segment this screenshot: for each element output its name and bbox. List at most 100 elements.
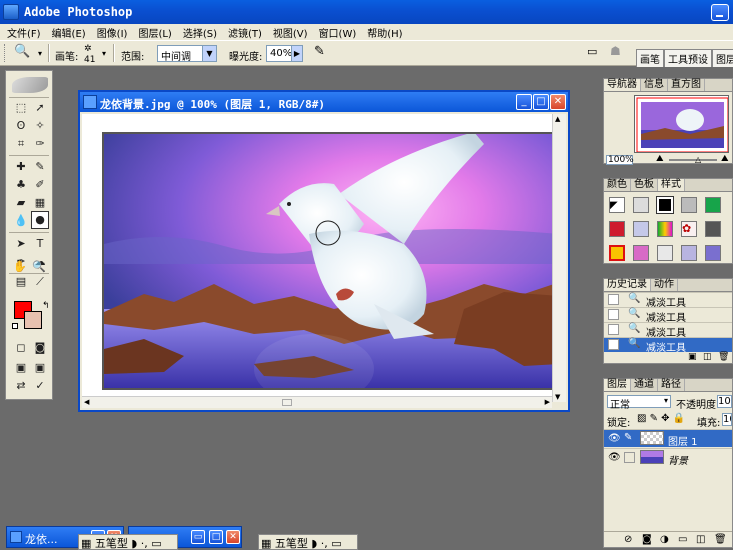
style-swatch[interactable] [609, 221, 625, 237]
quick-mask-mode-icon[interactable]: ◙ [31, 339, 49, 357]
tab-history[interactable]: 历史记录 [604, 279, 651, 291]
file-browser-icon[interactable]: ▭ [587, 45, 597, 58]
dodge-tool-preset-icon[interactable]: 🔍 [14, 44, 30, 59]
menu-image[interactable]: 图像(I) [97, 25, 128, 40]
menu-select[interactable]: 选择(S) [183, 25, 217, 40]
style-swatch[interactable] [633, 197, 649, 213]
menu-help[interactable]: 帮助(H) [367, 25, 402, 40]
style-swatch[interactable] [609, 245, 625, 261]
eye-icon[interactable]: 👁 [608, 433, 621, 444]
menu-layer[interactable]: 图层(L) [138, 25, 171, 40]
menu-window[interactable]: 窗口(W) [319, 25, 357, 40]
tab-actions[interactable]: 动作 [651, 279, 678, 291]
options-grip[interactable] [4, 44, 7, 62]
blend-mode-select[interactable]: 正常 ▾ [607, 395, 671, 411]
marquee-tool-icon[interactable]: ⬚ [12, 99, 30, 117]
style-swatch[interactable]: ✿ [681, 221, 697, 237]
trash-icon[interactable]: 🗑 [718, 352, 729, 362]
tab-brushes[interactable]: 画笔 [636, 49, 664, 67]
brush-tool-icon[interactable]: ✎ [31, 158, 49, 176]
tab-styles[interactable]: 样式 [658, 179, 685, 191]
history-source-checkbox[interactable] [608, 309, 619, 320]
history-source-checkbox[interactable] [608, 339, 619, 350]
maximize-button[interactable]: □ [209, 530, 223, 544]
path-selection-tool-icon[interactable]: ➤ [12, 235, 30, 253]
exposure-field[interactable]: 40% ▶ [266, 45, 303, 62]
style-swatch[interactable] [656, 196, 674, 214]
lasso-tool-icon[interactable]: ʘ [12, 117, 30, 135]
swap-colors-icon[interactable]: ↰ [42, 301, 50, 311]
style-swatch[interactable]: ◤ [609, 197, 625, 213]
add-mask-icon[interactable]: ◑ [660, 534, 669, 545]
horizontal-scrollbar[interactable]: ◀ ▶ [82, 396, 552, 408]
menu-filter[interactable]: 滤镜(T) [228, 25, 262, 40]
type-tool-icon[interactable]: T [31, 235, 49, 253]
history-item[interactable]: 🔍 减淡工具 [604, 322, 732, 339]
chevron-right-icon[interactable]: ▶ [291, 46, 302, 61]
style-swatch[interactable] [657, 221, 673, 237]
minimize-button[interactable] [711, 4, 729, 21]
ime-punct-icon[interactable]: ·, [321, 537, 328, 550]
trash-icon[interactable]: 🗑 [714, 534, 727, 545]
layer-row-background[interactable]: 👁 背景 [604, 448, 732, 467]
tab-navigator[interactable]: 导航器 [604, 79, 641, 91]
opacity-field[interactable]: 100 [717, 395, 732, 408]
history-brush-tool-icon[interactable]: ✐ [31, 176, 49, 194]
vertical-scrollbar[interactable]: ▲ ▼ [552, 114, 566, 402]
link-box[interactable] [624, 452, 635, 463]
brush-dropdown-arrow-icon[interactable]: ▾ [102, 49, 106, 58]
standard-mode-icon[interactable]: ◻ [12, 339, 30, 357]
style-swatch[interactable] [633, 221, 649, 237]
tab-swatches[interactable]: 色板 [631, 179, 658, 191]
new-group-icon[interactable]: ▭ [678, 534, 687, 545]
zoom-slider-track[interactable] [669, 159, 717, 161]
new-document-from-state-icon[interactable]: ▣ [688, 352, 697, 362]
dodge-tool-icon[interactable]: ● [31, 211, 49, 229]
jump-to-imageready-icon[interactable]: ⇄ [12, 377, 30, 395]
history-item[interactable]: 🔍 减淡工具 [604, 307, 732, 324]
navigator-zoom-field[interactable]: 100% [606, 155, 634, 165]
style-swatch[interactable] [633, 245, 649, 261]
menu-edit[interactable]: 编辑(E) [52, 25, 86, 40]
range-select[interactable]: 中间调 ▼ [157, 45, 217, 63]
zoom-out-icon[interactable]: ⛰ [656, 154, 664, 164]
style-swatch[interactable] [657, 245, 673, 261]
zoom-tool-icon[interactable]: 🔍 [30, 258, 48, 276]
history-item[interactable]: 🔍 减淡工具 [604, 292, 732, 309]
blur-tool-icon[interactable]: 💧 [12, 212, 30, 230]
move-tool-icon[interactable]: ➚ [31, 99, 49, 117]
history-source-checkbox[interactable] [608, 294, 619, 305]
image-canvas[interactable] [102, 132, 562, 390]
screen-mode-full-icon[interactable]: ▣ [31, 359, 49, 377]
canvas-image[interactable] [104, 134, 560, 388]
style-swatch[interactable] [681, 245, 697, 261]
add-style-icon[interactable]: ◙ [642, 534, 652, 545]
tab-layers[interactable]: 图层 [604, 379, 631, 391]
menu-file[interactable]: 文件(F) [7, 25, 41, 40]
tab-color[interactable]: 颜色 [604, 179, 631, 191]
doc-maximize-button[interactable]: □ [533, 94, 549, 110]
photoshop-feather-logo-icon[interactable] [12, 77, 48, 93]
doc-close-button[interactable]: ✕ [550, 94, 566, 110]
scroll-up-icon[interactable]: ▲ [555, 115, 560, 123]
layer-row-layer1[interactable]: 👁 ✎ 图层 1 [604, 429, 732, 448]
style-swatch[interactable] [705, 245, 721, 261]
scroll-thumb[interactable] [282, 399, 292, 406]
slice-tool-icon[interactable]: ✑ [31, 135, 49, 153]
hand-tool-icon[interactable]: ✋ [11, 258, 29, 276]
tab-info[interactable]: 信息 [641, 79, 668, 91]
fill-field[interactable]: 100 [722, 413, 732, 426]
brush-preview-icon[interactable]: ✲ [84, 44, 92, 54]
history-item-current[interactable]: 🔍 减淡工具 [604, 337, 732, 354]
close-button[interactable]: ✕ [226, 530, 240, 544]
default-colors-icon[interactable] [12, 323, 18, 329]
ime-moon-icon[interactable]: ◗ [131, 537, 137, 550]
restore-button[interactable]: ▭ [191, 530, 205, 544]
new-layer-icon[interactable]: ◫ [696, 534, 705, 545]
zoom-slider-thumb[interactable]: △ [695, 155, 701, 164]
gradient-tool-icon[interactable]: ▦ [31, 194, 49, 212]
tab-histogram[interactable]: 直方图 [668, 79, 705, 91]
scroll-down-icon[interactable]: ▼ [555, 393, 560, 401]
style-swatch[interactable] [705, 197, 721, 213]
document-titlebar[interactable]: 龙依背景.jpg @ 100% (图层 1, RGB/8#) _ □ ✕ [80, 92, 568, 112]
